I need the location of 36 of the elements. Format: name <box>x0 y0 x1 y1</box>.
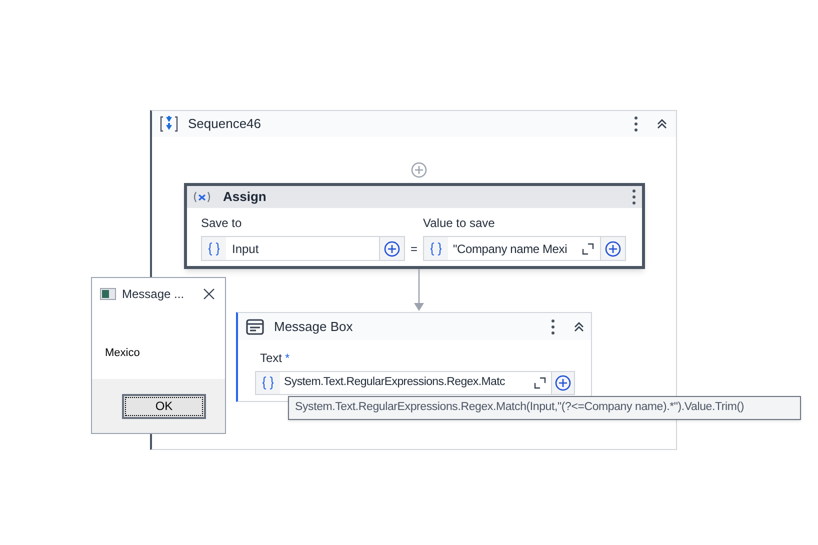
expand-icon[interactable] <box>582 242 594 254</box>
collapse-icon[interactable] <box>573 320 585 332</box>
collapse-icon[interactable] <box>656 118 668 130</box>
expression-icon <box>256 372 280 394</box>
message-box-card[interactable]: Message Box Text * System.Text.RegularExpressions.Regex.Matc <box>236 312 592 402</box>
message-box-title: Message Box <box>274 318 354 336</box>
sequence-icon <box>160 115 178 133</box>
equals-sign: = <box>409 240 418 258</box>
dialog-title: Message ... <box>122 286 186 303</box>
assign-card[interactable]: Assign Save to Value to save Input = "Company name Mexi <box>184 183 645 269</box>
required-mark: * <box>285 350 290 367</box>
app-icon <box>100 288 116 300</box>
more-options-icon[interactable] <box>551 318 555 334</box>
more-options-icon[interactable] <box>632 189 636 205</box>
value-field[interactable]: "Company name Mexi <box>423 236 626 261</box>
more-options-icon[interactable] <box>634 116 638 132</box>
dialog-message: Mexico <box>105 347 140 359</box>
close-icon[interactable] <box>203 288 215 300</box>
add-icon[interactable] <box>555 375 571 391</box>
expression-icon <box>202 237 226 260</box>
field-label: Text <box>260 350 282 367</box>
text-field[interactable]: System.Text.RegularExpressions.Regex.Matc <box>255 371 575 395</box>
assign-title: Assign <box>223 188 268 206</box>
connector-arrow <box>414 269 424 312</box>
expression-icon <box>424 237 448 260</box>
save-to-field[interactable]: Input <box>201 236 405 261</box>
expand-icon[interactable] <box>534 377 546 389</box>
ok-button[interactable]: OK <box>122 394 206 418</box>
tooltip: System.Text.RegularExpressions.Regex.Match(Input,"(?<=Company name).*").Value.Trim() <box>288 396 801 420</box>
variable-icon <box>193 191 211 203</box>
field-label: Save to <box>201 215 243 232</box>
field-label: Value to save <box>423 215 495 232</box>
add-icon[interactable] <box>384 240 400 256</box>
add-icon[interactable] <box>605 240 621 256</box>
sequence-title: Sequence46 <box>188 115 262 134</box>
message-icon <box>246 318 264 334</box>
